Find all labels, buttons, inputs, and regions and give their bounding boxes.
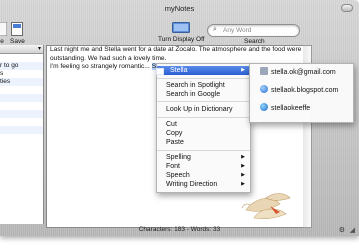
- contact-submenu: stella.ok@gmail.com stellaok.blogspot.co…: [249, 63, 354, 123]
- menu-item-cut[interactable]: Cut: [157, 120, 250, 129]
- list-item[interactable]: [0, 86, 43, 94]
- list-item[interactable]: [0, 54, 43, 62]
- note-line-2: outstanding. We had such a lovely time.: [50, 54, 167, 62]
- chevron-right-icon: ▶: [241, 172, 245, 178]
- list-item[interactable]: [0, 110, 43, 118]
- list-item[interactable]: s: [0, 70, 43, 78]
- resize-handle-icon[interactable]: ◢: [350, 226, 355, 234]
- display-icon: [172, 22, 191, 33]
- notes-list[interactable]: ▾ r to go s ties: [0, 45, 44, 224]
- menu-item-speech[interactable]: Speech ▶: [157, 171, 250, 180]
- menu-item-look-up-dictionary[interactable]: Look Up in Dictionary: [157, 105, 250, 114]
- submenu-item-chat-label: stellaokeeffe: [271, 105, 311, 112]
- context-menu: Stella ▶ Search in Spotlight Search in G…: [156, 63, 251, 193]
- note-line-1: Last night me and Stella went for a date…: [50, 46, 302, 53]
- address-card-icon: [156, 68, 164, 75]
- save-label: Save: [10, 38, 25, 45]
- menu-item-copy[interactable]: Copy: [157, 129, 250, 138]
- menu-separator: [157, 101, 250, 102]
- chat-icon: [260, 103, 268, 111]
- submenu-item-blog[interactable]: stellaok.blogspot.com: [260, 85, 338, 95]
- status-bar-text: Characters: 183 - Words: 33: [138, 226, 221, 233]
- search-label: Search: [244, 38, 265, 45]
- menu-item-spelling-label: Spelling: [166, 154, 191, 161]
- list-item[interactable]: [0, 118, 43, 126]
- menu-item-font[interactable]: Font ▶: [157, 162, 250, 171]
- window-title: myNotes: [164, 4, 195, 13]
- search-icon: ⌕: [213, 26, 217, 33]
- menu-separator: [157, 150, 250, 151]
- search-placeholder: Any Word: [223, 26, 252, 34]
- menu-item-writing-direction[interactable]: Writing Direction ▶: [157, 180, 250, 189]
- list-item[interactable]: [0, 134, 43, 142]
- gear-icon[interactable]: ⚙: [339, 226, 345, 234]
- menu-item-speech-label: Speech: [166, 172, 190, 179]
- menu-item-search-spotlight[interactable]: Search in Spotlight: [157, 81, 250, 90]
- note-line-3-text: I'm feeling so strangely romantic...: [50, 63, 152, 70]
- menu-item-paste[interactable]: Paste: [157, 138, 250, 147]
- list-item[interactable]: [0, 126, 43, 134]
- turn-display-off-label: Turn Display Off: [158, 36, 205, 43]
- toolbar-toggle-button[interactable]: [341, 4, 353, 12]
- new-note-label: e: [0, 38, 4, 45]
- chevron-right-icon: ▶: [241, 181, 245, 187]
- sort-arrow-icon: ▾: [37, 46, 41, 52]
- mail-icon: [260, 67, 268, 75]
- menu-item-font-label: Font: [166, 163, 181, 170]
- menu-item-writing-direction-label: Writing Direction: [166, 181, 218, 188]
- menu-item-stella-label: Stella: [170, 67, 188, 74]
- chevron-right-icon: ▶: [241, 163, 245, 169]
- list-item[interactable]: [0, 102, 43, 110]
- menu-separator: [157, 78, 250, 79]
- list-item[interactable]: [0, 94, 43, 102]
- note-icon: [0, 22, 7, 36]
- submenu-item-email[interactable]: stella.ok@gmail.com: [260, 67, 336, 77]
- save-icon: [11, 22, 24, 36]
- submenu-item-blog-label: stellaok.blogspot.com: [271, 87, 339, 94]
- turn-display-off-button[interactable]: Turn Display Off: [158, 22, 205, 43]
- search-input[interactable]: ⌕ Any Word: [207, 24, 300, 37]
- submenu-item-chat[interactable]: stellaokeeffe: [260, 103, 310, 113]
- menu-item-stella[interactable]: Stella ▶: [156, 66, 250, 75]
- menu-item-spelling[interactable]: Spelling ▶: [157, 153, 250, 162]
- notes-list-header[interactable]: ▾: [0, 45, 43, 54]
- chevron-right-icon: ▶: [241, 154, 245, 160]
- list-item[interactable]: r to go: [0, 62, 43, 70]
- save-button[interactable]: Save: [10, 22, 25, 45]
- new-note-button[interactable]: e: [0, 22, 7, 45]
- menu-separator: [157, 117, 250, 118]
- globe-icon: [260, 85, 268, 93]
- submenu-item-email-label: stella.ok@gmail.com: [271, 69, 336, 76]
- list-item[interactable]: ties: [0, 78, 43, 86]
- chevron-right-icon: ▶: [241, 67, 245, 73]
- menu-item-search-google[interactable]: Search in Google: [157, 90, 250, 99]
